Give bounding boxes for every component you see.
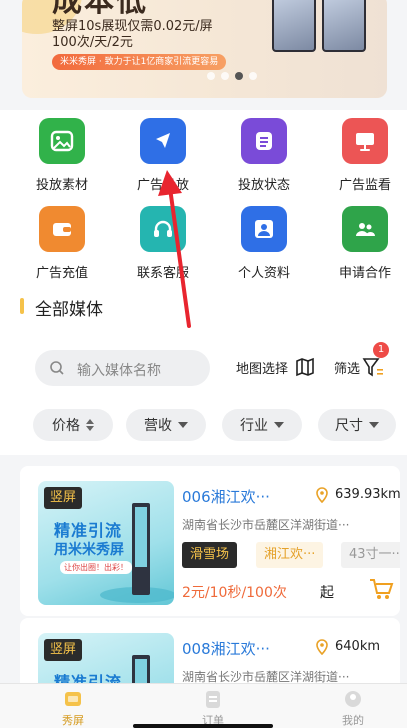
bottom-tab-bar: 秀屏 订单 我的 <box>0 683 407 728</box>
media-name[interactable]: 008湘江欢··· <box>182 638 270 659</box>
menu-item-label: 投放状态 <box>237 178 290 193</box>
search-input[interactable]: 输入媒体名称 <box>35 350 210 386</box>
filter-industry-label: 行业 <box>240 418 268 434</box>
venue-tag: 滑雪场 <box>182 542 238 568</box>
thumbnail-subline: 用米米秀屏 <box>54 542 124 558</box>
banner-screen-image <box>272 0 316 52</box>
price-suffix: 起 <box>320 585 334 601</box>
menu-item-ad-delivery[interactable]: 广告投放 <box>113 118 213 193</box>
media-distance: 639.93km <box>335 487 400 502</box>
team-icon <box>342 206 388 252</box>
tab-home[interactable]: 秀屏 <box>38 688 108 728</box>
menu-item-profile[interactable]: 个人资料 <box>214 206 314 281</box>
thumbnail-slogan: 让你出圈！出彩！ <box>60 561 132 574</box>
carousel-dot[interactable] <box>249 72 257 80</box>
menu-item-recharge[interactable]: 广告充值 <box>12 206 112 281</box>
location-pin-icon <box>316 487 328 503</box>
cart-icon[interactable] <box>368 576 394 602</box>
screen-size-tag: 43寸一··· <box>341 542 400 568</box>
tab-label: 我的 <box>342 714 364 727</box>
search-icon <box>50 361 64 375</box>
wallet-icon <box>39 206 85 252</box>
headset-icon <box>140 206 186 252</box>
banner-card[interactable]: 成本低 整屏10s展现仅需0.02元/屏 100次/天/2元 米米秀屏 · 致力… <box>22 0 387 98</box>
banner-line-2: 100次/天/2元 <box>52 35 133 50</box>
section-accent-bar <box>20 298 24 314</box>
menu-item-label: 联系客服 <box>136 266 189 281</box>
promo-banner[interactable]: 成本低 整屏10s展现仅需0.02元/屏 100次/天/2元 米米秀屏 · 致力… <box>0 0 407 100</box>
carousel-dot[interactable] <box>221 72 229 80</box>
sort-price-label: 价格 <box>52 418 80 434</box>
section-header: 全部媒体 <box>0 290 407 330</box>
media-distance: 640km <box>335 639 381 654</box>
map-icon[interactable] <box>294 356 316 378</box>
media-card[interactable]: 竖屏 精准引流 用米米秀屏 让你出圈！出彩！ 006湘江欢··· 639.93k… <box>20 466 400 616</box>
menu-item-label: 投放素材 <box>35 178 88 193</box>
menu-item-label: 广告监看 <box>338 178 391 193</box>
sort-revenue-label: 营收 <box>144 418 172 434</box>
sort-arrows-icon <box>86 419 94 431</box>
carousel-dot-active[interactable] <box>235 72 243 80</box>
orientation-tag: 竖屏 <box>44 487 83 509</box>
filter-button[interactable]: 筛选 <box>334 358 360 377</box>
monitor-icon <box>342 118 388 164</box>
filter-size[interactable]: 尺寸 <box>318 409 396 441</box>
orientation-tag: 竖屏 <box>44 639 83 661</box>
menu-item-label: 广告投放 <box>136 178 189 193</box>
send-icon <box>140 118 186 164</box>
menu-item-label: 个人资料 <box>237 266 290 281</box>
menu-item-cooperation[interactable]: 申请合作 <box>315 206 407 281</box>
media-address: 湖南省长沙市岳麓区洋湖街道··· <box>182 518 350 532</box>
tab-mine[interactable]: 我的 <box>318 688 388 728</box>
sort-price[interactable]: 价格 <box>33 409 113 441</box>
carousel-indicator <box>207 72 257 80</box>
media-name[interactable]: 006湘江欢··· <box>182 486 270 507</box>
location-pin-icon <box>316 639 328 655</box>
filter-industry[interactable]: 行业 <box>222 409 302 441</box>
menu-item-materials[interactable]: 投放素材 <box>12 118 112 193</box>
search-placeholder: 输入媒体名称 <box>77 363 161 379</box>
menu-item-ad-monitor[interactable]: 广告监看 <box>315 118 407 193</box>
order-icon <box>206 691 220 708</box>
banner-screen-image <box>322 0 366 52</box>
menu-item-label: 申请合作 <box>338 266 391 281</box>
filter-panel: 输入媒体名称 地图选择 筛选 1 价格 营收 行业 尺寸 <box>0 330 407 455</box>
location-tag: 湘江欢··· <box>256 542 324 568</box>
menu-item-customer-service[interactable]: 联系客服 <box>113 206 213 281</box>
menu-item-label: 广告充值 <box>35 266 88 281</box>
user-icon <box>345 691 361 707</box>
menu-item-delivery-status[interactable]: 投放状态 <box>214 118 314 193</box>
media-thumbnail[interactable]: 竖屏 精准引流 用米米秀屏 让你出圈！出彩！ <box>38 481 174 605</box>
tab-orders[interactable]: 订单 <box>178 688 248 728</box>
filter-count-badge: 1 <box>373 342 389 358</box>
carousel-dot[interactable] <box>207 72 215 80</box>
list-icon <box>241 118 287 164</box>
sort-revenue[interactable]: 营收 <box>126 409 206 441</box>
media-price: 2元/10秒/100次 <box>182 585 287 601</box>
chevron-down-icon <box>178 422 188 428</box>
chevron-down-icon <box>369 422 379 428</box>
tab-label: 秀屏 <box>62 714 84 727</box>
feature-grid: 投放素材 广告投放 投放状态 广告监看 广告充值 联系客服 个人资料 申请合作 <box>0 110 407 295</box>
thumbnail-headline: 精准引流 <box>54 521 123 540</box>
section-title: 全部媒体 <box>35 300 103 320</box>
banner-tagline: 米米秀屏 · 致力于让1亿商家引流更容易 <box>52 54 227 70</box>
screen-icon <box>65 692 81 706</box>
chevron-down-icon <box>274 422 284 428</box>
image-icon <box>39 118 85 164</box>
filter-size-label: 尺寸 <box>335 418 363 434</box>
kiosk-image <box>132 503 150 595</box>
user-icon <box>241 206 287 252</box>
home-indicator <box>133 724 273 728</box>
map-select-button[interactable]: 地图选择 <box>236 358 288 377</box>
